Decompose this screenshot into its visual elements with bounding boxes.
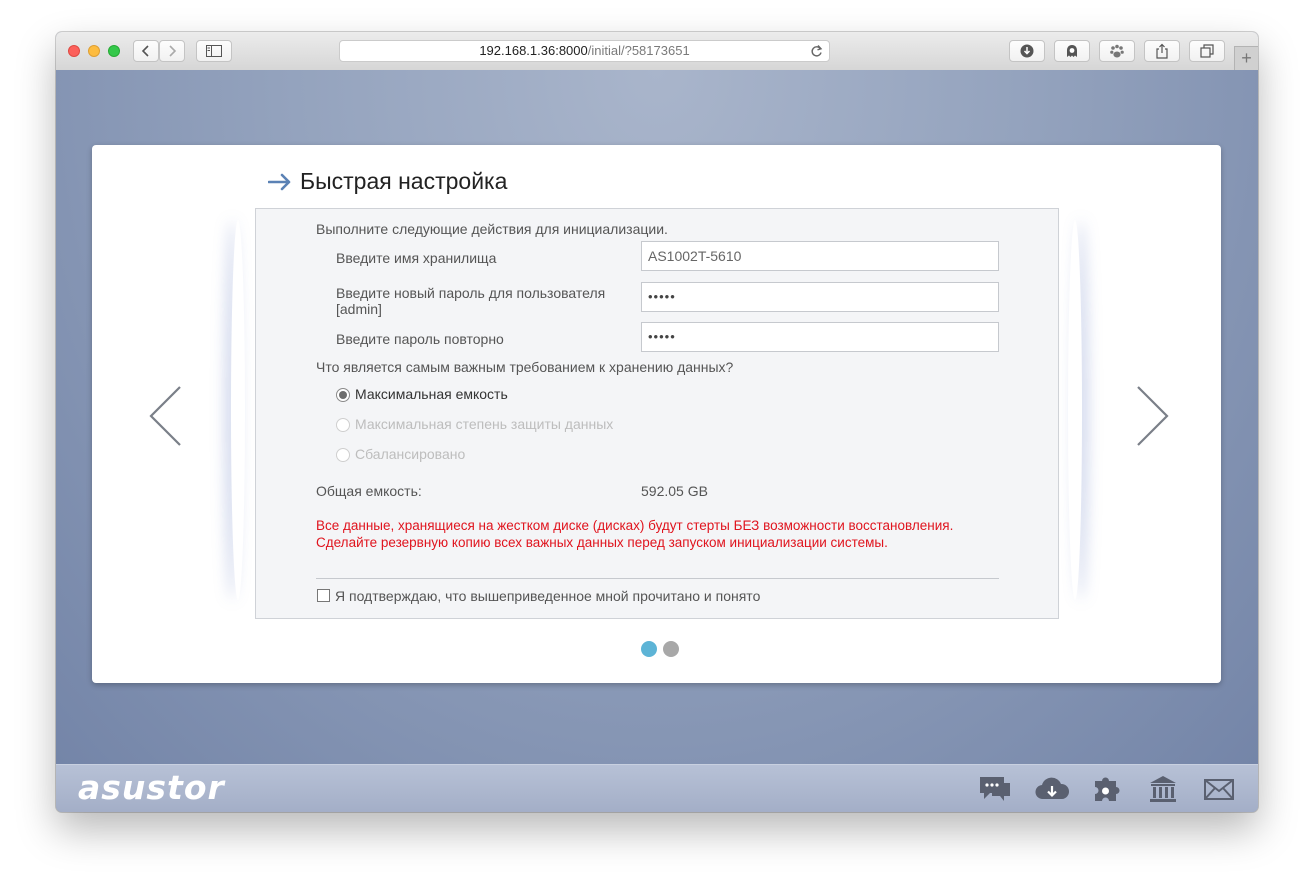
reload-icon[interactable] — [810, 44, 823, 64]
share-icon — [1156, 43, 1168, 59]
browser-toolbar: 192.168.1.36:8000/initial/?58173651 + — [56, 32, 1258, 71]
intro-text: Выполните следующие действия для инициал… — [316, 221, 668, 237]
radio-balanced-label: Сбалансировано — [355, 446, 466, 462]
chevron-left-icon — [141, 45, 149, 57]
step-dot-1[interactable] — [641, 641, 657, 657]
chevron-right-icon — [1137, 386, 1169, 446]
zoom-window-button[interactable] — [108, 45, 120, 57]
step-dot-2[interactable] — [663, 641, 679, 657]
new-password-field[interactable]: ••••• — [641, 282, 999, 312]
page-heading: Быстрая настройка — [268, 168, 507, 195]
storage-name-field[interactable]: AS1002T-5610 — [641, 241, 999, 271]
mail-icon[interactable] — [1204, 775, 1234, 808]
divider — [316, 578, 999, 579]
confirm-password-field[interactable]: ••••• — [641, 322, 999, 352]
tabs-icon — [1200, 44, 1214, 58]
asustor-logo: asustor — [78, 768, 225, 807]
tabs-overview-button[interactable] — [1189, 40, 1225, 62]
setup-panel: Быстрая настройка Выполните следующие де… — [92, 145, 1221, 683]
radio-max-protection-label: Максимальная степень защиты данных — [355, 416, 614, 432]
warning-line-1: Все данные, хранящиеся на жестком диске … — [316, 518, 954, 533]
confirm-checkbox-label[interactable]: Я подтверждаю, что вышеприведенное мной … — [335, 588, 760, 604]
total-capacity-value: 592.05 GB — [641, 483, 708, 499]
back-button[interactable] — [133, 40, 159, 62]
url-path: /initial/?58173651 — [587, 43, 690, 58]
downloads-button[interactable] — [1009, 40, 1045, 62]
bank-icon[interactable] — [1148, 775, 1178, 808]
paw-icon — [1110, 44, 1124, 57]
confirm-password-label: Введите пароль повторно — [336, 331, 504, 347]
storage-name-label: Введите имя хранилища — [336, 250, 497, 266]
step-pagination — [641, 641, 679, 657]
chevron-left-icon — [149, 386, 181, 446]
panel-glow-right — [1068, 220, 1082, 600]
extension-ghostery-button[interactable] — [1054, 40, 1090, 62]
previous-step-button[interactable] — [148, 385, 184, 452]
minimize-window-button[interactable] — [88, 45, 100, 57]
puzzle-icon[interactable] — [1091, 775, 1123, 808]
radio-max-protection — [336, 418, 350, 432]
radio-max-capacity-label[interactable]: Максимальная емкость — [355, 386, 508, 402]
panel-glow-left — [231, 220, 245, 600]
browser-window: 192.168.1.36:8000/initial/?58173651 + Бы… — [56, 32, 1258, 812]
chevron-right-icon — [169, 45, 177, 57]
new-password-label: Введите новый пароль для пользователя [a… — [336, 285, 606, 317]
setup-form: Выполните следующие действия для инициал… — [255, 208, 1059, 619]
share-button[interactable] — [1144, 40, 1180, 62]
storage-question: Что является самым важным требованием к … — [316, 359, 734, 375]
sidebar-icon — [206, 45, 222, 57]
sidebar-toggle-button[interactable] — [196, 40, 232, 62]
confirm-checkbox[interactable] — [317, 589, 330, 602]
bottom-bar: asustor — [56, 764, 1258, 812]
url-host: 192.168.1.36:8000 — [479, 43, 588, 58]
radio-max-capacity[interactable] — [336, 388, 350, 402]
page-content: Быстрая настройка Выполните следующие де… — [56, 70, 1258, 764]
page-title: Быстрая настройка — [300, 168, 508, 194]
forward-button[interactable] — [159, 40, 185, 62]
chat-icon[interactable] — [978, 775, 1012, 808]
address-bar[interactable]: 192.168.1.36:8000/initial/?58173651 — [339, 40, 830, 62]
total-capacity-label: Общая емкость: — [316, 483, 422, 499]
extension-paw-button[interactable] — [1099, 40, 1135, 62]
cloud-download-icon[interactable] — [1034, 775, 1070, 808]
ghost-icon — [1067, 44, 1077, 57]
download-circle-icon — [1020, 44, 1034, 58]
warning-line-2: Сделайте резервную копию всех важных дан… — [316, 535, 888, 550]
radio-balanced — [336, 448, 350, 462]
next-step-button[interactable] — [1134, 385, 1170, 452]
new-tab-button[interactable]: + — [1234, 46, 1258, 70]
arrow-right-icon — [268, 173, 291, 190]
close-window-button[interactable] — [68, 45, 80, 57]
